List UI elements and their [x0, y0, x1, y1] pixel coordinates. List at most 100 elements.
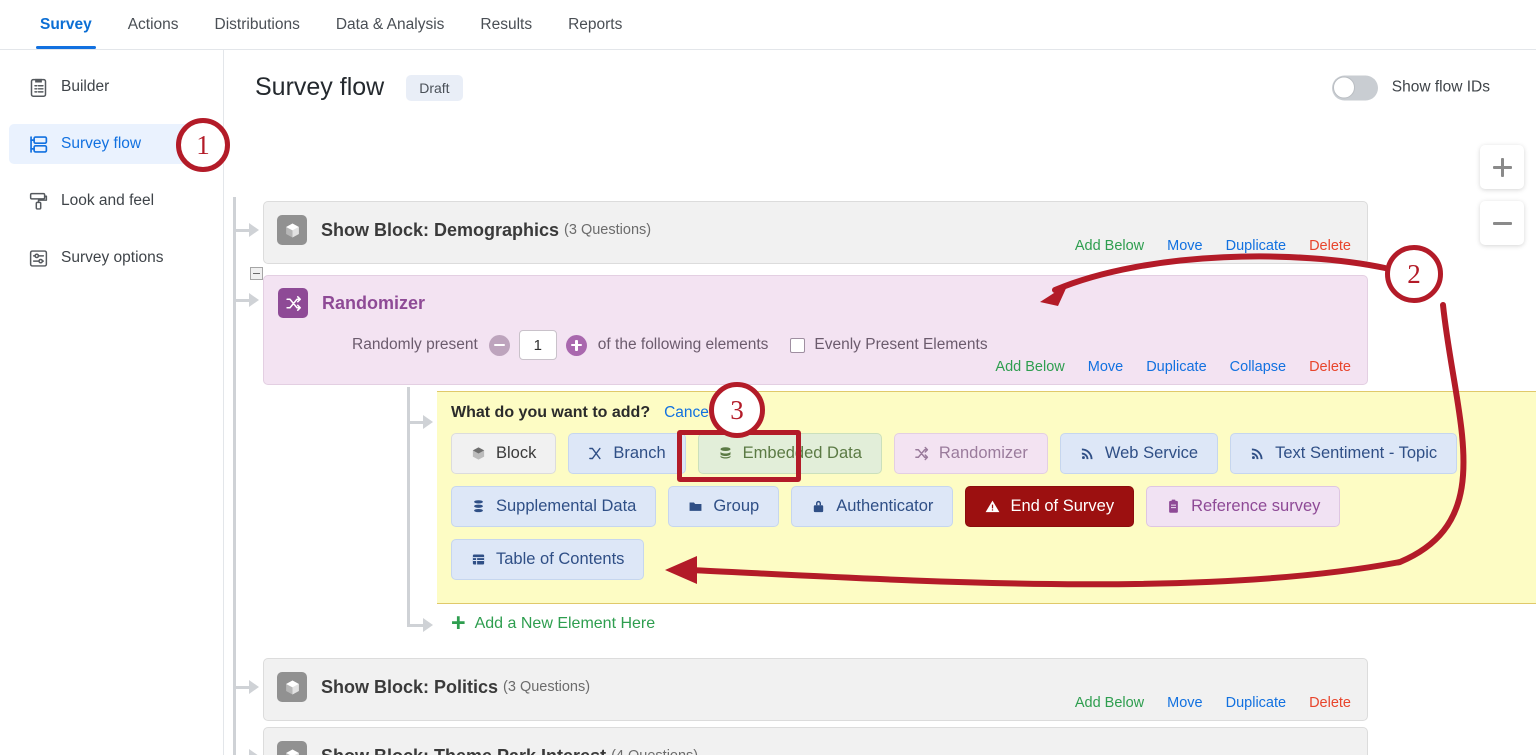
tree-connector-add-new [407, 624, 423, 627]
sidebar-item-look-and-feel[interactable]: Look and feel [9, 181, 214, 221]
table-icon [471, 552, 486, 567]
add-supplemental-data-button[interactable]: Supplemental Data [451, 486, 656, 527]
paint-roller-icon [27, 190, 49, 212]
add-end-of-survey-label: End of Survey [1010, 497, 1114, 516]
page-title: Survey flow [255, 73, 384, 102]
evenly-present-checkbox[interactable] [790, 338, 805, 353]
tab-actions[interactable]: Actions [110, 0, 197, 49]
sidebar-item-survey-flow[interactable]: Survey flow [9, 124, 214, 164]
add-randomizer-button[interactable]: Randomizer [894, 433, 1048, 474]
decrement-icon[interactable] [489, 335, 510, 356]
add-randomizer-label: Randomizer [939, 444, 1028, 463]
delete-link[interactable]: Delete [1309, 695, 1351, 711]
add-end-of-survey-button[interactable]: End of Survey [965, 486, 1134, 527]
add-block-button[interactable]: Block [451, 433, 556, 474]
add-panel-question-row: What do you want to add? Cancel [437, 392, 1536, 422]
add-below-link[interactable]: Add Below [1075, 238, 1144, 254]
add-embedded-data-button[interactable]: Embedded Data [698, 433, 882, 474]
tree-connector-demographics [233, 229, 249, 232]
tree-arrowhead-politics [249, 680, 259, 694]
add-group-label: Group [713, 497, 759, 516]
add-panel-row-2: Supplemental Data Group Au [451, 486, 1536, 527]
show-flow-ids-toggle[interactable] [1332, 75, 1378, 100]
add-web-service-button[interactable]: Web Service [1060, 433, 1218, 474]
cube-icon [277, 215, 307, 245]
clipboard-icon [27, 76, 49, 98]
add-branch-label: Branch [613, 444, 665, 463]
page-header: Survey flow Draft Show flow IDs [225, 50, 1536, 125]
randomizer-actions: Add Below Move Duplicate Collapse Delete [995, 359, 1351, 375]
plus-icon: + [451, 611, 466, 636]
block-actions: Add Below Move Duplicate Delete [1075, 238, 1351, 254]
tree-arrowhead-theme-park [249, 749, 259, 755]
zoom-in-button[interactable] [1480, 145, 1524, 189]
zoom-out-button[interactable] [1480, 201, 1524, 245]
randomizer-collapse-link[interactable]: Collapse [1230, 359, 1286, 375]
randomizer-count-input[interactable]: 1 [519, 330, 557, 360]
add-branch-button[interactable]: Branch [568, 433, 685, 474]
rss-icon [1080, 446, 1095, 461]
flow-block-politics[interactable]: Show Block: Politics (3 Questions) Add B… [263, 658, 1368, 721]
duplicate-link[interactable]: Duplicate [1226, 695, 1286, 711]
tab-data-analysis[interactable]: Data & Analysis [318, 0, 463, 49]
duplicate-link[interactable]: Duplicate [1226, 238, 1286, 254]
add-new-element-here-link[interactable]: + Add a New Element Here [451, 611, 655, 636]
flow-randomizer[interactable]: Randomizer Randomly present 1 of the fol… [263, 275, 1368, 385]
add-new-element-here-label: Add a New Element Here [475, 615, 656, 633]
randomly-present-prefix: Randomly present [352, 336, 478, 354]
flow-block-demographics[interactable]: Show Block: Demographics (3 Questions) A… [263, 201, 1368, 264]
tree-connector-politics [233, 686, 249, 689]
show-flow-ids-control[interactable]: Show flow IDs [1332, 75, 1490, 100]
increment-icon[interactable] [566, 335, 587, 356]
add-below-link[interactable]: Add Below [1075, 695, 1144, 711]
add-authenticator-button[interactable]: Authenticator [791, 486, 953, 527]
tab-distributions[interactable]: Distributions [197, 0, 318, 49]
randomly-present-suffix: of the following elements [598, 336, 769, 354]
status-badge: Draft [406, 75, 462, 101]
add-text-sentiment-topic-button[interactable]: Text Sentiment - Topic [1230, 433, 1457, 474]
randomizer-move-link[interactable]: Move [1088, 359, 1123, 375]
tab-results-label: Results [480, 16, 532, 34]
tree-arrowhead-add-new [423, 618, 433, 632]
collapse-toggle-icon[interactable] [250, 267, 263, 280]
tab-actions-label: Actions [128, 16, 179, 34]
add-table-of-contents-label: Table of Contents [496, 550, 624, 569]
cube-icon [277, 672, 307, 702]
sidebar-item-survey-options-label: Survey options [61, 249, 164, 267]
tab-results[interactable]: Results [462, 0, 550, 49]
add-table-of-contents-button[interactable]: Table of Contents [451, 539, 644, 580]
block-title: Show Block: Theme Park Interest [321, 746, 606, 755]
warning-icon [985, 499, 1000, 514]
content-panel: Survey flow Draft Show flow IDs [225, 50, 1536, 755]
delete-link[interactable]: Delete [1309, 238, 1351, 254]
move-link[interactable]: Move [1167, 238, 1202, 254]
sidebar-item-survey-options[interactable]: Survey options [9, 238, 214, 278]
block-title: Show Block: Demographics [321, 220, 559, 241]
evenly-present-control[interactable]: Evenly Present Elements [790, 336, 987, 354]
flow-block-theme-park-interest[interactable]: Show Block: Theme Park Interest (4 Quest… [263, 727, 1368, 755]
randomizer-duplicate-link[interactable]: Duplicate [1146, 359, 1206, 375]
tree-connector-add-panel [407, 421, 423, 424]
tab-survey-label: Survey [40, 16, 92, 34]
randomizer-header: Randomizer [264, 276, 1367, 318]
add-authenticator-label: Authenticator [836, 497, 933, 516]
add-panel-question: What do you want to add? [451, 404, 650, 422]
tree-arrowhead-demographics [249, 223, 259, 237]
randomizer-add-below-link[interactable]: Add Below [995, 359, 1064, 375]
add-panel-row-1: Block Branch Embedded Data [451, 433, 1536, 474]
cancel-link[interactable]: Cancel [664, 404, 712, 422]
tab-survey[interactable]: Survey [22, 0, 110, 49]
add-group-button[interactable]: Group [668, 486, 779, 527]
sidebar-item-builder-label: Builder [61, 78, 109, 96]
sidebar-item-builder[interactable]: Builder [9, 67, 214, 107]
add-reference-survey-button[interactable]: Reference survey [1146, 486, 1340, 527]
move-link[interactable]: Move [1167, 695, 1202, 711]
sidebar-item-look-and-feel-label: Look and feel [61, 192, 154, 210]
add-text-sentiment-topic-label: Text Sentiment - Topic [1275, 444, 1437, 463]
block-question-count: (3 Questions) [503, 679, 590, 695]
randomizer-delete-link[interactable]: Delete [1309, 359, 1351, 375]
cube-icon [277, 741, 307, 755]
randomizer-count-stepper[interactable]: 1 [489, 330, 587, 360]
tab-reports[interactable]: Reports [550, 0, 640, 49]
rss-icon [1250, 446, 1265, 461]
